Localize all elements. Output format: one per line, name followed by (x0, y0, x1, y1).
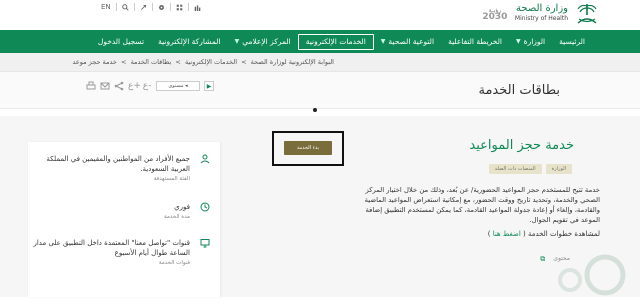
target-audience-row: جميع الأفراد من المواطنين والمقيمين في ا… (32, 154, 190, 182)
service-tag[interactable]: المنصات ذات الصلة (488, 164, 542, 174)
page-title: بطاقات الخدمة (478, 83, 560, 98)
page-header: بطاقات الخدمة ع+ ع- مستوى ◂ ▶ (0, 72, 640, 109)
service-tags: الوزارة المنصات ذات الصلة (488, 164, 572, 174)
share-icon[interactable] (114, 81, 124, 91)
ministry-name-en: Ministry of Health (514, 15, 568, 22)
chevron-down-icon: ▼ (516, 38, 521, 45)
font-decrease-icon[interactable]: ع- (142, 81, 152, 91)
nav-item-label: الوزارة (523, 37, 546, 46)
email-icon[interactable] (100, 81, 110, 91)
nav-item-interactive-map[interactable]: الخريطة التفاعلية (441, 30, 509, 53)
play-icon[interactable]: ▶ (204, 81, 214, 91)
main-nav: الرئيسية الوزارة ▼ الخريطة التفاعلية التو… (0, 30, 640, 53)
vision-year: 2030 (482, 11, 508, 22)
service-channels-label: قنوات الخدمة (158, 260, 190, 266)
volume-control[interactable]: مستوى ◂ (156, 81, 200, 91)
breadcrumb-current: خدمة حجز موعد (72, 58, 117, 66)
ministry-name-ar: وزارة الصحة (516, 3, 568, 14)
nav-item-ministry[interactable]: الوزارة ▼ (509, 30, 552, 53)
nav-item-e-participation[interactable]: المشاركة الإلكترونية (151, 30, 227, 53)
breadcrumb-separator: > (121, 58, 127, 66)
nav-item-label: الخدمات الإلكترونية (305, 37, 366, 46)
nav-item-label: تسجيل الدخول (97, 37, 145, 46)
breadcrumb-link[interactable]: الخدمات الإلكترونية (185, 58, 237, 66)
user-icon (199, 154, 211, 166)
watermark-logo (510, 240, 630, 297)
service-title: خدمة حجز المواعيد (469, 138, 574, 153)
sitemap-icon[interactable] (171, 3, 189, 11)
service-description: خدمة تتيح للمستخدم حجز المواعيد الحضورية… (364, 186, 600, 224)
top-utility-bar: EN رؤيـة 2030 وزارة الصحة Ministry of He… (0, 0, 640, 30)
breadcrumb-separator: > (241, 58, 247, 66)
ministry-name: وزارة الصحة Ministry of Health (515, 4, 568, 24)
nav-item-media-center[interactable]: المركز الإعلامي ▼ (228, 30, 298, 53)
search-icon[interactable] (117, 3, 135, 11)
service-info-card: جميع الأفراد من المواطنين والمقيمين في ا… (28, 142, 221, 297)
utility-links: EN (96, 3, 206, 11)
breadcrumb-link[interactable]: البوابة الإلكترونية لوزارة الصحة (251, 58, 334, 66)
font-increase-icon[interactable]: ع+ (128, 81, 141, 91)
nav-item-health-awareness[interactable]: التوعية الصحية ▼ (374, 30, 441, 53)
palm-swords-emblem-icon (574, 1, 600, 27)
breadcrumb-separator: > (175, 58, 181, 66)
chevron-down-icon: ▼ (380, 38, 386, 45)
carousel-dot[interactable] (313, 108, 317, 112)
print-icon[interactable] (86, 81, 96, 91)
target-audience-value: جميع الأفراد من المواطنين والمقيمين في ا… (46, 155, 190, 173)
service-duration-row: فوري مدة الخدمة (32, 202, 190, 220)
target-audience-label: الفئة المستهدفة (153, 176, 190, 182)
service-channels-row: قنوات "تواصل معنا" المعتمدة داخل التطبيق… (32, 238, 190, 266)
nav-item-home[interactable]: الرئيسية (552, 30, 592, 53)
chevron-down-icon: ▼ (234, 38, 240, 45)
nav-item-e-services[interactable]: الخدمات الإلكترونية (297, 33, 374, 50)
breadcrumb: البوابة الإلكترونية لوزارة الصحة > الخدم… (0, 53, 640, 72)
steps-link[interactable]: اضغط هنا (493, 230, 521, 238)
nav-item-login[interactable]: تسجيل الدخول (91, 30, 151, 53)
nav-item-label: الرئيسية (559, 37, 585, 46)
service-channels-value: قنوات "تواصل معنا" المعتمدة داخل التطبيق… (33, 239, 190, 257)
nav-item-label: الخريطة التفاعلية (448, 37, 503, 46)
service-steps: لمشاهدة خطوات الخدمة ( اضغط هنا ) (487, 230, 600, 238)
nav-item-label: المركز الإعلامي (242, 37, 291, 46)
language-toggle[interactable]: EN (96, 3, 117, 11)
monitor-icon (199, 238, 211, 250)
start-service-button[interactable]: بدء الخدمة (284, 141, 332, 155)
vision-2030-logo: رؤيـة 2030 (481, 7, 509, 22)
clock-icon (199, 202, 211, 214)
accessibility-icon[interactable] (135, 3, 153, 11)
start-service-highlight: بدء الخدمة (272, 131, 344, 166)
service-duration-value: فوري (174, 203, 190, 211)
nav-item-label: التوعية الصحية (388, 37, 435, 46)
steps-prefix: لمشاهدة خطوات الخدمة (527, 230, 600, 238)
ministry-logo[interactable]: رؤيـة 2030 وزارة الصحة Ministry of Healt… (481, 1, 600, 27)
nav-item-label: المشاركة الإلكترونية (158, 37, 221, 46)
stats-icon[interactable] (189, 3, 206, 11)
service-tag[interactable]: الوزارة (545, 164, 572, 174)
settings-icon[interactable] (153, 3, 171, 11)
volume-label: مستوى (168, 83, 184, 89)
service-duration-label: مدة الخدمة (164, 214, 190, 220)
breadcrumb-link[interactable]: بطاقات الخدمة (131, 58, 172, 66)
page-tools: ع+ ع- مستوى ◂ ▶ (86, 81, 214, 91)
